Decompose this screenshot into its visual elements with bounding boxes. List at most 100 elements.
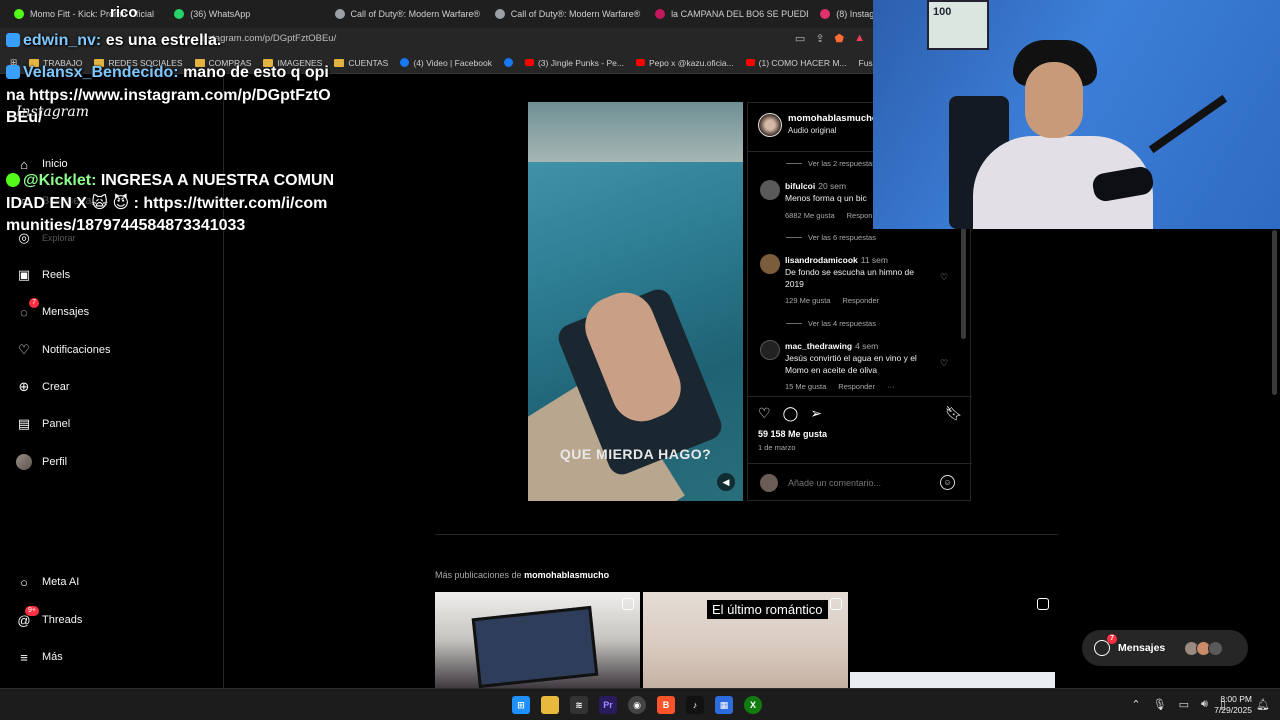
brave-rewards-icon[interactable]: ▲ — [854, 32, 865, 45]
post-thumbnail[interactable] — [435, 592, 640, 688]
audio-label[interactable]: Audio original — [788, 126, 836, 135]
meta-ai-icon: ○ — [20, 574, 28, 590]
view-replies[interactable]: Ver las 4 respuestas — [786, 319, 876, 328]
badge-icon — [6, 33, 20, 47]
plus-square-icon: ⊕ — [18, 379, 30, 394]
notification-bell-icon[interactable]: 🔔︎ — [1256, 698, 1270, 711]
chevron-up-icon[interactable]: ⌃ — [1131, 698, 1140, 711]
comment-text: Jesús convirtió el agua en vino y el Mom… — [785, 353, 917, 375]
nav-item-meta-ai[interactable]: ○ Meta AI — [16, 574, 79, 590]
comment-avatar[interactable] — [760, 254, 780, 274]
xbox-icon[interactable]: X — [744, 696, 762, 714]
comment-meta: 6882 Me gusta Respon — [785, 211, 873, 220]
comment-user[interactable]: lisandrodamicook 11 sem — [785, 255, 888, 265]
add-comment-bar: ☺ — [748, 463, 972, 501]
bookmark-link[interactable]: Fusion Chat - Kic — [859, 58, 874, 68]
cast-icon[interactable]: ▭ — [795, 32, 805, 45]
browser-tab-active[interactable]: (8) Instag — [812, 3, 873, 25]
browser-tab[interactable]: Call of Duty®: Modern Warfare® III — [487, 3, 643, 25]
volume-icon[interactable]: ◀ — [717, 473, 735, 491]
browser-tab[interactable]: (36) WhatsApp — [166, 3, 322, 25]
network-icon[interactable]: ▭ — [1179, 698, 1189, 711]
file-explorer-icon[interactable] — [541, 696, 559, 714]
chat-message: Velansx_Bendecido: mano de esto q opina … — [6, 64, 331, 126]
browser-tab[interactable]: la CAMPANA DEL BO6 SE PUEDE JUG — [647, 3, 808, 25]
like-icon[interactable]: ♡ — [758, 405, 771, 422]
share-icon[interactable]: ➢ — [810, 405, 822, 422]
browser-tab[interactable]: Momo Fitt - Kick: Promo Oficial — [6, 3, 162, 25]
bookmark-link[interactable] — [503, 58, 513, 67]
nav-item-threads[interactable]: @9+ Threads — [16, 606, 82, 628]
post-thumbnail[interactable]: El último romántico — [643, 592, 848, 688]
instagram-icon — [820, 9, 831, 19]
author-avatar[interactable] — [758, 113, 782, 137]
emoji-icon[interactable]: ☺ — [940, 475, 955, 490]
messenger-icon: ◌ 7 — [16, 298, 39, 320]
avatar — [760, 474, 778, 492]
youtube-icon — [635, 59, 645, 66]
badge-icon — [6, 65, 20, 79]
view-replies[interactable]: Ver las 2 respuestas — [786, 159, 876, 168]
browser-tab[interactable]: Call of Duty®: Modern Warfare® II | — [327, 3, 483, 25]
facebook-icon — [503, 58, 513, 67]
bookmark-link[interactable]: (3) Jingle Punks - Pe... — [524, 58, 624, 68]
nav-item-mas[interactable]: ≡ Más — [16, 649, 63, 665]
comment-icon[interactable]: ◯ — [783, 405, 799, 422]
comment-user[interactable]: mac_thedrawing 4 sem — [785, 341, 878, 351]
streamer-face — [1025, 62, 1083, 138]
nav-item-reels[interactable]: ▣ Reels — [16, 267, 70, 283]
premiere-icon[interactable]: Pr — [599, 696, 617, 714]
webcam-feed: 100 — [873, 0, 1280, 229]
comment-avatar[interactable] — [760, 340, 780, 360]
thumbnail-caption: El último romántico — [707, 600, 828, 619]
share-icon[interactable]: ⇪ — [815, 32, 824, 45]
store-icon[interactable]: ▦ — [715, 696, 733, 714]
comment-text: De fondo se escucha un himno de 2019 — [785, 267, 915, 289]
messenger-icon: 7 — [1094, 634, 1117, 656]
kick-icon — [14, 9, 24, 19]
app-icon[interactable]: ≋ — [570, 696, 588, 714]
whatsapp-icon — [174, 9, 185, 19]
comment-meta: 129 Me gusta Responder — [785, 296, 880, 305]
windows-start-icon[interactable]: ⊞ — [512, 696, 530, 714]
view-replies[interactable]: Ver las 6 respuestas — [786, 233, 876, 242]
more-options-icon[interactable]: ··· — [887, 382, 895, 391]
nav-item-panel[interactable]: ▤ Panel — [16, 416, 70, 432]
obs-icon[interactable]: ◉ — [628, 696, 646, 714]
site-icon — [655, 9, 666, 19]
nav-item-perfil[interactable]: Perfil — [16, 454, 67, 470]
page-scrollbar[interactable] — [1272, 230, 1277, 395]
bookmark-link[interactable]: Pepo x @kazu.oficia... — [635, 58, 734, 68]
bookmark-folder[interactable]: CUENTAS — [334, 58, 388, 68]
tiktok-icon[interactable]: ♪ — [686, 696, 704, 714]
comment-user[interactable]: bifulcoi 20 sem — [785, 181, 846, 191]
nav-item-notificaciones[interactable]: ♡ Notificaciones — [16, 342, 110, 358]
likes-count[interactable]: 59 158 Me gusta — [758, 429, 827, 439]
bookmark-link[interactable]: (4) Video | Facebook — [400, 58, 492, 68]
youtube-icon — [745, 59, 755, 66]
like-comment-icon[interactable]: ♡ — [940, 358, 948, 369]
unread-badge: 7 — [29, 298, 39, 308]
post-date: 1 de marzo — [758, 443, 796, 452]
brave-icon[interactable]: B — [657, 696, 675, 714]
mic-icon[interactable]: 🎙︎ — [1153, 698, 1167, 711]
system-clock[interactable]: 8:00 PM 7/29/2025 — [1214, 694, 1252, 716]
more-posts-heading: Más publicaciones de momohablasmucho — [435, 570, 610, 580]
mic-arm — [1148, 94, 1228, 154]
post-thumbnail[interactable] — [850, 592, 1055, 688]
bookmark-icon[interactable]: 🔖︎ — [945, 405, 963, 422]
volume-icon[interactable]: 🔊︎ — [1201, 698, 1208, 711]
post-video[interactable]: QUE MIERDA HAGO? ◀ — [528, 102, 743, 501]
nav-item-mensajes[interactable]: ◌ 7 Mensajes — [16, 298, 89, 320]
reel-icon — [622, 598, 634, 610]
brave-shield-icon[interactable]: ⬟ — [835, 32, 845, 45]
nav-item-crear[interactable]: ⊕ Crear — [16, 379, 70, 395]
chart-icon: ▤ — [17, 416, 31, 431]
like-comment-icon[interactable]: ♡ — [940, 272, 948, 283]
author-username[interactable]: momohablasmucho — [788, 113, 878, 124]
comment-avatar[interactable] — [760, 180, 780, 200]
comment-input[interactable] — [788, 478, 928, 488]
bookmark-link[interactable]: (1) COMO HACER M... — [745, 58, 847, 68]
reels-icon: ▣ — [17, 267, 31, 282]
messages-pill[interactable]: 7 Mensajes — [1082, 630, 1248, 666]
